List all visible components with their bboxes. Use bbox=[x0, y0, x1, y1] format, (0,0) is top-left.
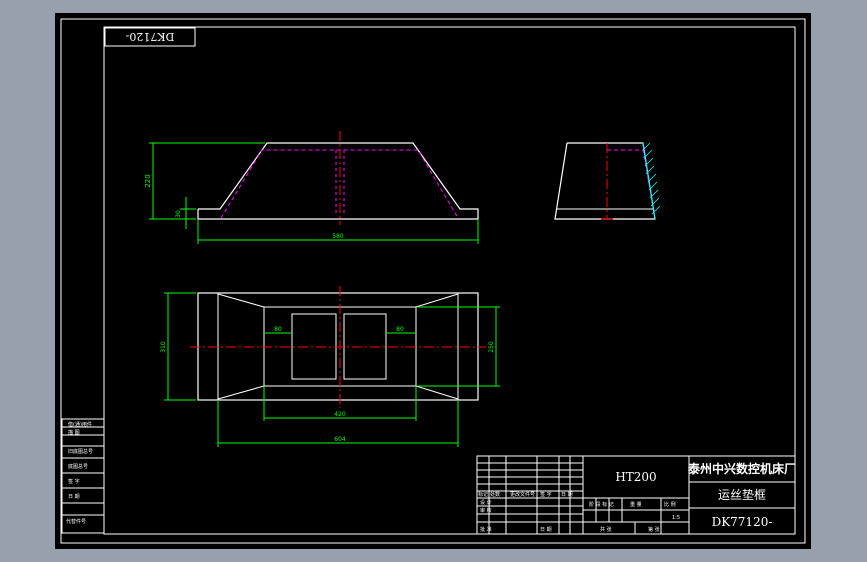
tb-weight: 重 量 bbox=[630, 501, 642, 508]
cad-viewport[interactable]: DK7120- 220 30 580 310 250 80 80 420 604… bbox=[0, 0, 867, 562]
dim-top-pocket-left: 80 bbox=[274, 326, 282, 333]
tb-material[interactable]: HT200 bbox=[615, 470, 656, 484]
tb-scale: 1:5 bbox=[672, 515, 680, 521]
tb-sheet-no: 第 张 bbox=[648, 526, 660, 533]
tb-date: 日 期 bbox=[540, 527, 552, 533]
side-row-1: 借(通)用件 bbox=[68, 421, 92, 428]
side-row-3: 旧底图总号 bbox=[68, 448, 93, 455]
tb-stage-mark: 阶 段 标 记 bbox=[589, 501, 614, 508]
side-row-4: 底图总号 bbox=[68, 463, 88, 470]
tb-date-head: 日 期 bbox=[561, 492, 573, 498]
drawing-canvas: DK7120- 220 30 580 310 250 80 80 420 604… bbox=[55, 13, 811, 549]
dim-front-length: 580 bbox=[332, 233, 344, 240]
tb-part-name[interactable]: 运丝垫框 bbox=[718, 487, 766, 502]
tb-check: 审 核 bbox=[480, 507, 492, 514]
tb-approve: 批 准 bbox=[480, 526, 492, 533]
tb-sheet-total: 共 张 bbox=[600, 526, 612, 533]
dim-top-inner-length: 420 bbox=[334, 411, 346, 418]
tb-change-doc: 更改文件号 bbox=[510, 491, 535, 498]
dim-top-outer-length: 604 bbox=[334, 436, 346, 443]
dim-top-pocket-right: 80 bbox=[396, 326, 404, 333]
dim-top-depth: 310 bbox=[160, 341, 167, 353]
side-row-6: 日 期 bbox=[68, 494, 80, 500]
dim-front-base: 30 bbox=[175, 210, 182, 218]
tb-scale-label: 比 例 bbox=[664, 501, 676, 508]
code-box-text: DK7120- bbox=[125, 30, 174, 43]
tb-signature: 签 字 bbox=[540, 491, 552, 498]
tb-company[interactable]: 泰州中兴数控机床厂 bbox=[687, 461, 796, 476]
tb-mark: 标记 bbox=[478, 491, 488, 498]
dim-top-inner: 250 bbox=[488, 341, 495, 353]
tb-count: 处数 bbox=[490, 491, 500, 498]
side-row-5: 签 字 bbox=[68, 478, 80, 485]
side-row-2: 描 图 bbox=[68, 429, 80, 436]
dim-front-height: 220 bbox=[144, 174, 152, 187]
tb-drawing-no[interactable]: DK77120- bbox=[712, 515, 773, 529]
tb-design: 设 计 bbox=[480, 499, 492, 506]
side-row-7: 代替件号 bbox=[66, 518, 86, 525]
